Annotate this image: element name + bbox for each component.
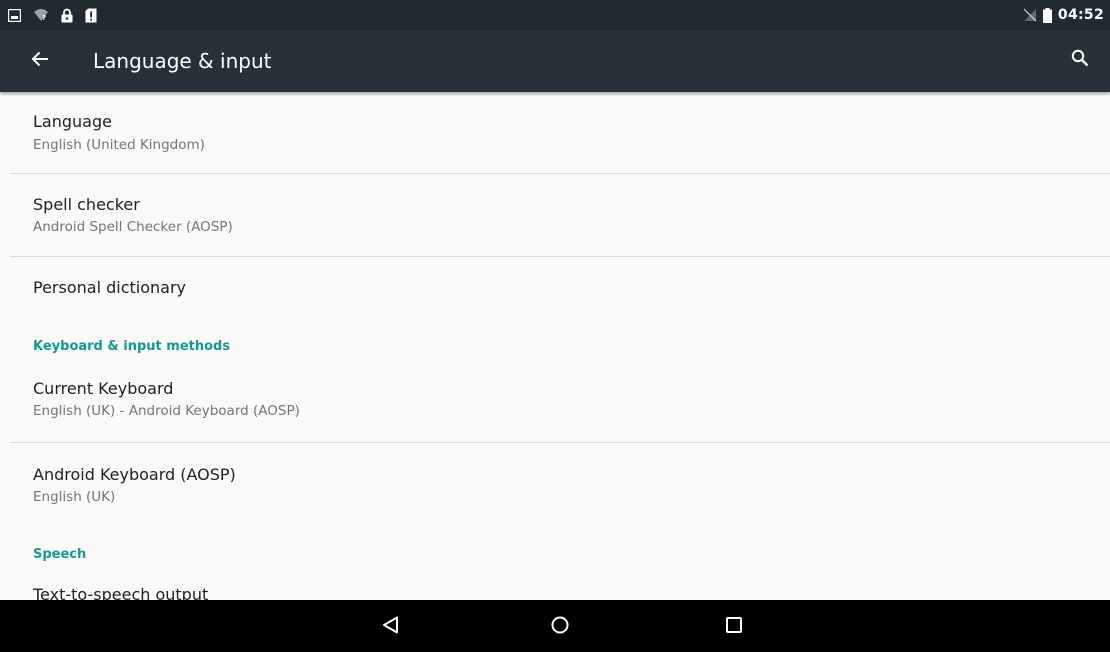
nav-home-button[interactable] <box>545 612 575 642</box>
search-icon <box>1071 49 1089 71</box>
back-button[interactable] <box>22 43 58 79</box>
spell-checker-preference[interactable]: Spell checker Android Spell Checker (AOS… <box>0 174 1110 256</box>
arrow-back-icon <box>31 51 49 71</box>
svg-text:?: ? <box>42 14 46 22</box>
search-button[interactable] <box>1062 42 1098 78</box>
sim-alert-icon <box>85 8 97 23</box>
status-bar-notifications: ? <box>8 6 97 24</box>
preference-summary: English (UK) <box>33 489 116 505</box>
wifi-question-icon: ? <box>33 8 49 22</box>
no-sim-icon <box>1023 8 1037 22</box>
preference-summary: Android Spell Checker (AOSP) <box>33 219 233 235</box>
settings-list: Language English (United Kingdom) Spell … <box>0 92 1110 600</box>
current-keyboard-preference[interactable]: Current Keyboard English (UK) - Android … <box>0 367 1110 442</box>
language-preference[interactable]: Language English (United Kingdom) <box>0 92 1110 173</box>
app-bar: Language & input <box>0 30 1110 92</box>
home-circle-icon <box>550 615 570 639</box>
back-triangle-icon <box>381 615 401 639</box>
page-title: Language & input <box>93 49 272 73</box>
preference-title: Personal dictionary <box>33 278 186 297</box>
text-to-speech-preference[interactable]: Text-to-speech output <box>0 574 1110 600</box>
speech-header: Speech <box>33 547 87 562</box>
android-keyboard-preference[interactable]: Android Keyboard (AOSP) English (UK) <box>0 443 1110 523</box>
preference-title: Text-to-speech output <box>33 585 209 600</box>
preference-title: Spell checker <box>33 195 140 214</box>
keyboard-input-methods-header: Keyboard & input methods <box>33 339 231 354</box>
preference-title: Android Keyboard (AOSP) <box>33 465 236 484</box>
nav-back-button[interactable] <box>376 612 406 642</box>
preference-title: Current Keyboard <box>33 379 174 398</box>
language-input-screen: ? 04:52 Language & input Language Englis… <box>0 0 1110 652</box>
preference-title: Language <box>33 112 112 131</box>
status-bar: ? 04:52 <box>0 0 1110 30</box>
personal-dictionary-preference[interactable]: Personal dictionary <box>0 257 1110 317</box>
preference-summary: English (UK) - Android Keyboard (AOSP) <box>33 403 300 419</box>
battery-icon <box>1042 7 1052 23</box>
recents-square-icon <box>724 615 744 639</box>
image-notification-icon <box>8 8 21 22</box>
navigation-bar <box>0 600 1110 652</box>
preference-summary: English (United Kingdom) <box>33 137 205 153</box>
lock-icon <box>61 8 73 23</box>
status-time: 04:52 <box>1057 7 1104 23</box>
status-bar-system: 04:52 <box>1023 6 1104 24</box>
nav-recents-button[interactable] <box>719 612 749 642</box>
